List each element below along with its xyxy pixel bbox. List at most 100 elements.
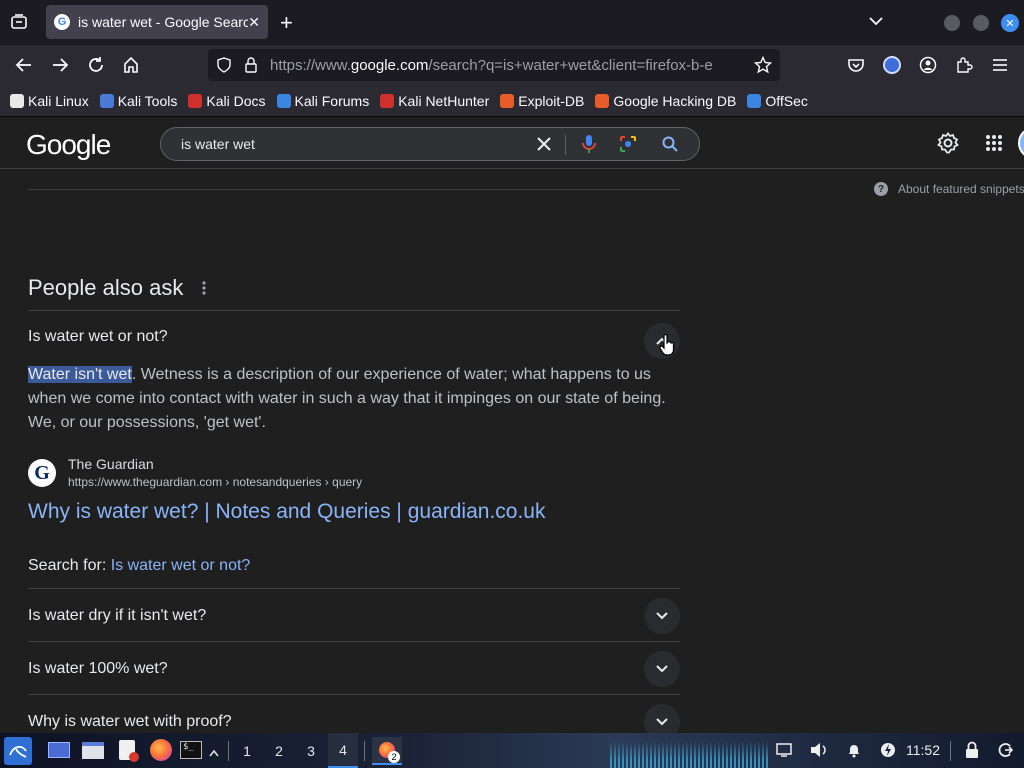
clock[interactable]: 11:52 (906, 742, 940, 758)
bookmark-offsec[interactable]: OffSec (747, 93, 808, 109)
mouse-cursor-icon (658, 333, 676, 361)
google-account-avatar[interactable] (1018, 127, 1024, 159)
list-all-tabs-icon[interactable] (868, 14, 884, 32)
account-avatar-icon (883, 56, 901, 74)
text-editor-icon[interactable] (116, 739, 139, 762)
source-name[interactable]: The Guardian (68, 456, 154, 472)
bookmark-star-icon[interactable] (753, 55, 773, 79)
firefox-window-button[interactable]: 2 (372, 737, 402, 765)
taskbar: $_ 1234 2 11:52 (0, 733, 1024, 768)
bookmark-label: OffSec (765, 92, 808, 109)
paa-divider-2 (28, 588, 680, 589)
forward-arrow-icon (53, 58, 69, 72)
forward-button[interactable] (45, 45, 75, 85)
google-apps-icon[interactable] (985, 134, 1003, 157)
offsec-icon (747, 93, 762, 108)
navigation-toolbar: https://www.google.com/search?q=is+water… (0, 45, 1024, 85)
google-logo[interactable]: Google (26, 129, 111, 161)
puzzle-icon (957, 57, 973, 73)
pocket-button[interactable] (841, 45, 871, 85)
lock-icon[interactable] (244, 56, 258, 79)
reload-icon (89, 57, 103, 72)
chevron-down-icon (656, 612, 668, 620)
tracking-protection-shield-icon[interactable] (216, 57, 232, 78)
account-avatar-button[interactable] (877, 45, 907, 85)
minimize-window-button[interactable] (944, 15, 960, 31)
search-box[interactable]: is water wet (160, 127, 700, 161)
lock-screen-icon[interactable] (964, 741, 980, 764)
search-submit-icon[interactable] (661, 135, 679, 158)
search-for-link[interactable]: Is water wet or not? (111, 557, 251, 574)
about-featured-snippets-label: About featured snippets (898, 182, 1024, 196)
home-button[interactable] (116, 45, 146, 85)
bookmark-kali-docs[interactable]: Kali Docs (188, 93, 266, 109)
show-more-apps-icon[interactable] (208, 745, 220, 763)
voice-search-icon[interactable] (581, 134, 597, 159)
taskbar-separator-2 (364, 741, 365, 761)
notifications-bell-icon[interactable] (846, 742, 862, 763)
answer-line-2: when we come into contact with water in … (28, 390, 666, 407)
bookmark-label: Kali NetHunter (398, 92, 490, 109)
workspace-2[interactable]: 2 (264, 733, 294, 768)
bookmark-kali-tools[interactable]: Kali Tools (99, 93, 177, 109)
source-url[interactable]: https://www.theguardian.com › notesandqu… (68, 475, 362, 489)
profile-button[interactable] (913, 45, 943, 85)
bookmark-kali-forums[interactable]: Kali Forums (276, 93, 369, 109)
question-1[interactable]: Is water wet or not? (28, 328, 168, 346)
result-link[interactable]: Why is water wet? | Notes and Queries | … (28, 500, 545, 524)
reload-button[interactable] (81, 45, 111, 85)
bookmark-label: Kali Linux (28, 92, 89, 109)
file-manager-icon[interactable] (82, 739, 104, 761)
url-text[interactable]: https://www.google.com/search?q=is+water… (270, 57, 748, 74)
answer-line-1: Water isn't wet. Wetness is a descriptio… (28, 366, 651, 383)
bookmark-exploit-db[interactable]: Exploit-DB (500, 93, 584, 109)
extensions-button[interactable] (949, 45, 979, 85)
about-featured-snippets[interactable]: ? About featured snippets (874, 182, 1024, 196)
maximize-window-button[interactable] (973, 15, 989, 31)
question-2[interactable]: Is water dry if it isn't wet? (28, 607, 206, 625)
url-bar[interactable]: https://www.google.com/search?q=is+water… (208, 49, 780, 81)
bookmark-google-hacking-db[interactable]: Google Hacking DB (595, 93, 736, 109)
logout-icon[interactable] (998, 742, 1014, 763)
question-4[interactable]: Why is water wet with proof? (28, 713, 232, 731)
paa-divider-1 (28, 310, 680, 311)
kali-tools-icon (99, 93, 114, 108)
workspace-4[interactable]: 4 (328, 733, 358, 768)
paa-divider-4 (28, 694, 680, 695)
search-divider (565, 135, 566, 155)
back-button[interactable] (9, 45, 39, 85)
close-window-button[interactable]: ✕ (1001, 14, 1019, 32)
bookmark-kali-linux[interactable]: Kali Linux (10, 93, 89, 109)
expand-question-4-button[interactable] (644, 704, 680, 733)
google-header: Google is water wet (0, 117, 1024, 169)
tab-list-icon[interactable] (10, 13, 28, 31)
power-manager-icon[interactable] (880, 742, 896, 763)
new-tab-icon[interactable]: + (280, 10, 293, 36)
close-tab-icon[interactable]: ✕ (248, 14, 260, 31)
question-3[interactable]: Is water 100% wet? (28, 660, 168, 678)
firefox-icon[interactable] (150, 739, 172, 761)
top-divider (28, 189, 680, 190)
kali-menu-icon[interactable] (4, 737, 32, 765)
menu-button[interactable] (985, 45, 1015, 85)
volume-icon[interactable] (810, 742, 828, 763)
guardian-logo-icon[interactable]: G (28, 459, 56, 487)
workspace-1[interactable]: 1 (232, 733, 262, 768)
expand-question-2-button[interactable] (644, 598, 680, 634)
terminal-icon[interactable]: $_ (180, 739, 202, 761)
settings-gear-icon[interactable] (937, 132, 959, 159)
search-input[interactable]: is water wet (181, 136, 255, 152)
clear-search-icon[interactable] (535, 135, 553, 158)
hamburger-menu-icon (993, 59, 1007, 71)
workspace-3[interactable]: 3 (296, 733, 326, 768)
tab-title: is water wet - Google Search (78, 14, 248, 30)
screen-icon[interactable] (776, 743, 792, 762)
lens-search-icon[interactable] (619, 135, 637, 158)
bookmark-label: Google Hacking DB (613, 92, 737, 109)
more-options-icon[interactable] (200, 280, 208, 301)
bookmark-kali-nethunter[interactable]: Kali NetHunter (380, 93, 489, 109)
active-tab[interactable]: G is water wet - Google Search ✕ (46, 5, 268, 39)
expand-question-3-button[interactable] (644, 651, 680, 687)
desktop-icon[interactable] (48, 739, 70, 761)
paa-divider-3 (28, 641, 680, 642)
